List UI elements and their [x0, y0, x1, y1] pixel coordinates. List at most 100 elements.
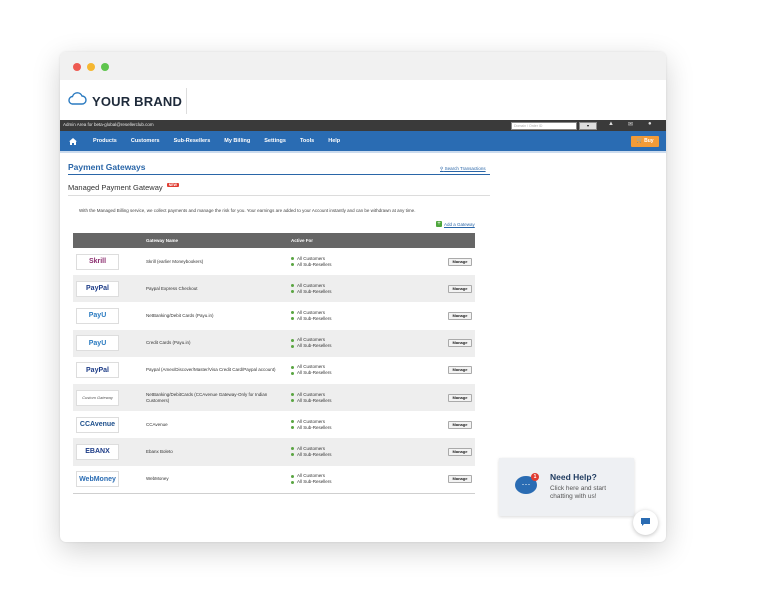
manage-button[interactable]: Manage: [448, 420, 472, 429]
active-for-label: All Sub-Resellers: [297, 261, 332, 267]
chat-icon: [640, 514, 651, 532]
gateway-logo: EBANX: [76, 443, 119, 460]
active-for-cell: All Customers All Sub-Resellers Manage: [288, 356, 475, 384]
status-dot-icon: [291, 480, 294, 484]
search-transactions-link[interactable]: ⚲ Search Transactions: [440, 166, 486, 172]
plus-icon: +: [436, 221, 442, 227]
gateway-logo-cell: WebMoney: [73, 465, 143, 493]
need-help-chat-card[interactable]: ⋯ 1 Need Help? Click here and start chat…: [499, 458, 634, 516]
manage-button[interactable]: Manage: [448, 447, 472, 456]
maximize-window-button[interactable]: [101, 63, 109, 71]
manage-button[interactable]: Manage: [448, 284, 472, 293]
active-for-item: All Sub-Resellers: [291, 316, 332, 322]
message-icon[interactable]: ✉: [628, 121, 633, 128]
active-for-item: All Sub-Resellers: [291, 425, 332, 431]
admin-search-input[interactable]: Domain / Order ID: [511, 122, 577, 130]
add-gateway-label: Add a Gateway: [444, 221, 475, 227]
gateway-logo: WebMoney: [76, 471, 119, 488]
section-title: Managed Payment Gateway NEW: [68, 183, 179, 192]
table-row: PayU Credit Cards (Payu.in) All Customers A…: [73, 329, 475, 357]
table-bottom-border: [73, 493, 475, 494]
section-title-text: Managed Payment Gateway: [68, 183, 163, 192]
nav-settings[interactable]: Settings: [257, 131, 293, 151]
active-for-label: All Sub-Resellers: [297, 424, 332, 430]
active-for-cell: All Customers All Sub-Resellers Manage: [288, 329, 475, 357]
user-icon[interactable]: ●: [648, 121, 652, 127]
active-for-label: All Sub-Resellers: [297, 315, 332, 321]
gateway-logo-cell: Custom Gateway: [73, 383, 143, 412]
close-window-button[interactable]: [73, 63, 81, 71]
admin-search-dropdown[interactable]: ▾: [579, 122, 597, 130]
nav-sub-resellers[interactable]: Sub-Resellers: [167, 131, 218, 151]
manage-button[interactable]: Manage: [448, 475, 472, 484]
status-dot-icon: [291, 399, 294, 403]
new-badge: NEW: [166, 183, 179, 187]
active-for-label: All Sub-Resellers: [297, 479, 332, 485]
home-icon[interactable]: [60, 131, 86, 151]
active-for-header: Active For: [288, 233, 475, 248]
manage-button[interactable]: Manage: [448, 257, 472, 266]
chat-notification-badge: 1: [531, 473, 539, 481]
nav-my-billing[interactable]: My Billing: [217, 131, 257, 151]
manage-button[interactable]: Manage: [448, 366, 472, 375]
status-dot-icon: [291, 263, 294, 267]
user-group-icon[interactable]: ▲: [608, 121, 614, 127]
chat-subtitle: Click here and start chatting with us!: [550, 485, 606, 500]
status-dot-icon: [291, 344, 294, 348]
brand-divider: [186, 88, 187, 114]
manage-button[interactable]: Manage: [448, 393, 472, 402]
nav-customers[interactable]: Customers: [124, 131, 167, 151]
gateway-logo: PayU: [76, 335, 119, 352]
table-row: PayPal Paypal Express Checkout All Custome…: [73, 275, 475, 303]
status-dot-icon: [291, 453, 294, 457]
active-for-label: All Sub-Resellers: [297, 397, 332, 403]
table-header-row: Gateway Name Active For: [73, 233, 475, 248]
manage-button[interactable]: Manage: [448, 311, 472, 320]
active-for-item: All Sub-Resellers: [291, 370, 332, 376]
active-for-item: All Sub-Resellers: [291, 343, 332, 349]
minimize-window-button[interactable]: [87, 63, 95, 71]
gateway-logo-cell: PayU: [73, 329, 143, 357]
gateway-name: NetBanking/Debit Cards (Payu.in): [143, 302, 288, 330]
gateway-name: Ebanx Boleto: [143, 438, 288, 466]
search-link-label: Search Transactions: [444, 166, 486, 171]
gateway-logo-cell: CCAvenue: [73, 411, 143, 439]
brand-header: YOUR BRAND: [60, 80, 666, 120]
active-for-label: All Sub-Resellers: [297, 288, 332, 294]
description-text: With the Managed Billing service, we col…: [79, 208, 416, 213]
active-for-cell: All Customers All Sub-Resellers Manage: [288, 438, 475, 466]
status-dot-icon: [291, 284, 294, 288]
buy-button[interactable]: 🛒 Buy: [631, 136, 659, 147]
nav-help[interactable]: Help: [321, 131, 347, 151]
status-dot-icon: [291, 426, 294, 430]
cloud-icon: [67, 92, 87, 110]
gateways-table-body: Skrill Skrill (earlier Moneybookers) All C…: [73, 248, 475, 493]
nav-products[interactable]: Products: [86, 131, 124, 151]
section-divider: [68, 195, 490, 196]
nav-tools[interactable]: Tools: [293, 131, 321, 151]
active-for-label: All Sub-Resellers: [297, 343, 332, 349]
chat-launcher-button[interactable]: [633, 510, 658, 535]
cart-icon: 🛒: [636, 138, 643, 144]
brand-logo[interactable]: YOUR BRAND: [67, 92, 182, 110]
gateway-logo: Skrill: [76, 253, 119, 270]
main-content: Payment Gateways ⚲ Search Transactions M…: [60, 153, 666, 502]
active-for-item: All Sub-Resellers: [291, 262, 332, 268]
active-for-item: All Sub-Resellers: [291, 398, 332, 404]
gateway-name: Skrill (earlier Moneybookers): [143, 248, 288, 276]
main-nav: Products Customers Sub-Resellers My Bill…: [60, 131, 666, 151]
active-for-label: All Sub-Resellers: [297, 451, 332, 457]
gateway-logo-cell: PayU: [73, 302, 143, 330]
table-row: PayU NetBanking/Debit Cards (Payu.in) All …: [73, 302, 475, 330]
gateway-logo-cell: PayPal: [73, 275, 143, 303]
active-for-cell: All Customers All Sub-Resellers Manage: [288, 302, 475, 330]
manage-button[interactable]: Manage: [448, 339, 472, 348]
add-gateway-link[interactable]: + Add a Gateway: [436, 221, 475, 227]
active-for-cell: All Customers All Sub-Resellers Manage: [288, 275, 475, 303]
status-dot-icon: [291, 338, 294, 342]
status-dot-icon: [291, 365, 294, 369]
table-row: Skrill Skrill (earlier Moneybookers) All C…: [73, 248, 475, 276]
admin-bar: Admin Area for beta-global@resellerclub.…: [60, 120, 666, 131]
status-dot-icon: [291, 371, 294, 375]
window-titlebar: [60, 52, 666, 80]
